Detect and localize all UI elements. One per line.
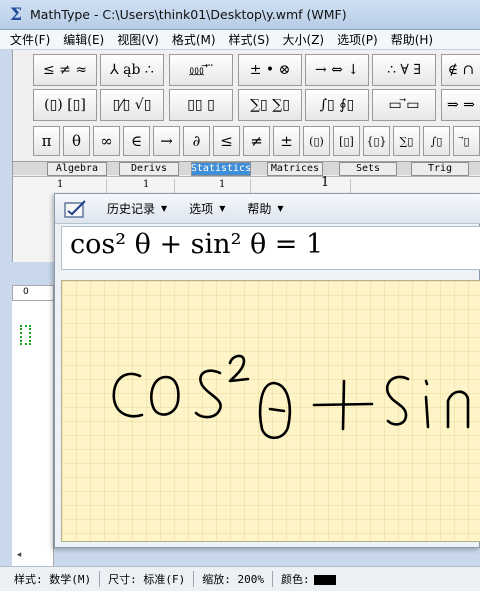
theta-symbol-button[interactable]: θ — [63, 126, 90, 156]
history-menu[interactable]: 历史记录 ▼ — [107, 200, 167, 217]
integrals-palette-button[interactable]: ∫▯ ∮▯ — [305, 89, 369, 121]
embellishments-palette-button[interactable]: ⅏ ⃗ ⃛ — [169, 54, 233, 86]
template-number: 1 — [143, 179, 150, 190]
tab-derivs[interactable]: Derivs — [119, 162, 179, 176]
menu-file[interactable]: 文件(F) — [10, 31, 50, 48]
status-color-label: 颜色: — [281, 573, 310, 586]
bars-arrows-palette-button[interactable]: ▭ ⃗▭ — [372, 89, 436, 121]
labeled-arrows-palette-button[interactable]: ⇒ ⇒ — [441, 89, 480, 121]
handwriting-area[interactable] — [61, 280, 480, 542]
fences-palette-button[interactable]: (▯) [▯] — [33, 89, 97, 121]
color-swatch — [313, 575, 336, 585]
template-number: 1 — [219, 179, 226, 190]
window-title: MathType - C:\Users\think01\Desktop\y.wm… — [30, 7, 347, 22]
element-of-symbol-button[interactable]: ∈ — [123, 126, 150, 156]
menu-help[interactable]: 帮助(H) — [391, 31, 433, 48]
help-menu[interactable]: 帮助 ▼ — [247, 200, 283, 217]
tab-sets[interactable]: Sets — [339, 162, 397, 176]
recognition-preview[interactable]: cos² θ + sin² θ = 1 — [61, 226, 480, 270]
options-menu[interactable]: 选项 ▼ — [189, 200, 225, 217]
scroll-left-arrow-icon[interactable]: ◂ — [12, 548, 26, 562]
menu-size[interactable]: 大小(Z) — [283, 31, 325, 48]
logic-palette-button[interactable]: ∴ ∀ ∃ — [372, 54, 436, 86]
tab-statistics[interactable]: Statistics — [191, 162, 251, 176]
arrows-palette-button[interactable]: → ⇔ ↓ — [305, 54, 369, 86]
tab-matrices[interactable]: Matrices — [267, 162, 323, 176]
template-number: 1 — [321, 175, 330, 190]
ruler: 0 — [12, 285, 54, 301]
subscripts-palette-button[interactable]: ▯▯ ▯ — [169, 89, 233, 121]
status-color: 颜色: — [281, 571, 336, 587]
operators-palette-button[interactable]: ± • ⊗ — [238, 54, 302, 86]
options-menu-label: 选项 — [189, 202, 214, 216]
math-input-panel-icon[interactable] — [63, 199, 89, 219]
status-style: 样式: 数学(M) — [14, 573, 92, 586]
partial-symbol-button[interactable]: ∂ — [183, 126, 210, 156]
integral-template-button[interactable]: ∫▯ — [423, 126, 450, 156]
mathtype-app-icon[interactable]: Σ — [8, 6, 24, 23]
sum-template-button[interactable]: ∑▯ — [393, 126, 420, 156]
equation-edit-area[interactable] — [12, 301, 54, 566]
menu-edit[interactable]: 编辑(E) — [63, 31, 104, 48]
recognized-expression: cos² θ + sin² θ = 1 — [70, 229, 324, 260]
set-theory-palette-button[interactable]: ∉ ∩ — [441, 54, 480, 86]
dropdown-arrow-icon: ▼ — [277, 204, 284, 213]
status-zoom: 缩放: 200% — [202, 573, 264, 586]
tab-algebra[interactable]: Algebra — [47, 162, 107, 176]
handwriting-ink — [112, 354, 470, 440]
braces-template-button[interactable]: {▯} — [363, 126, 390, 156]
status-bar: 样式: 数学(M) 尺寸: 标准(F) 缩放: 200% 颜色: — [0, 566, 480, 591]
status-size: 尺寸: 标准(F) — [108, 573, 186, 586]
history-menu-label: 历史记录 — [107, 202, 156, 216]
status-divider — [193, 571, 195, 587]
relations-palette-button[interactable]: ≤ ≠ ≈ — [33, 54, 97, 86]
mathtype-window: Σ MathType - C:\Users\think01\Desktop\y.… — [0, 0, 480, 591]
tab-trig[interactable]: Trig — [411, 162, 469, 176]
help-menu-label: 帮助 — [247, 202, 272, 216]
left-gutter — [0, 50, 12, 580]
menu-options[interactable]: 选项(P) — [337, 31, 378, 48]
infinity-symbol-button[interactable]: ∞ — [93, 126, 120, 156]
status-divider — [99, 571, 101, 587]
vector-template-button[interactable]: ⃗▯ — [453, 126, 480, 156]
menu-view[interactable]: 视图(V) — [117, 31, 159, 48]
menu-style[interactable]: 样式(S) — [229, 31, 270, 48]
fractions-radicals-palette-button[interactable]: ▯⁄▯ √▯ — [100, 89, 164, 121]
less-equal-symbol-button[interactable]: ≤ — [213, 126, 240, 156]
empty-slot-cursor[interactable] — [20, 325, 31, 345]
math-input-panel: 历史记录 ▼ 选项 ▼ 帮助 ▼ cos² θ + sin² θ = 1 — [54, 193, 480, 548]
dropdown-arrow-icon: ▼ — [219, 204, 226, 213]
palette-tab-bar: Algebra Derivs Statistics Matrices Sets … — [13, 161, 480, 176]
math-input-toolbar: 历史记录 ▼ 选项 ▼ 帮助 ▼ — [55, 194, 480, 224]
arrow-symbol-button[interactable]: → — [153, 126, 180, 156]
parentheses-template-button[interactable]: (▯) — [303, 126, 330, 156]
ruler-label: 0 — [23, 287, 29, 297]
spaces-ellipses-palette-button[interactable]: ⅄ ąb ∴ — [100, 54, 164, 86]
menu-bar: 文件(F) 编辑(E) 视图(V) 格式(M) 样式(S) 大小(Z) 选项(P… — [0, 30, 480, 50]
status-divider — [272, 571, 273, 587]
menu-format[interactable]: 格式(M) — [172, 31, 216, 48]
brackets-template-button[interactable]: [▯] — [333, 126, 360, 156]
summations-palette-button[interactable]: ∑▯ ∑▯ — [238, 89, 302, 121]
title-bar: Σ MathType - C:\Users\think01\Desktop\y.… — [0, 0, 480, 30]
not-equal-symbol-button[interactable]: ≠ — [243, 126, 270, 156]
plus-minus-symbol-button[interactable]: ± — [273, 126, 300, 156]
dropdown-arrow-icon: ▼ — [161, 204, 168, 213]
pi-symbol-button[interactable]: π — [33, 126, 60, 156]
template-number: 1 — [57, 179, 64, 190]
